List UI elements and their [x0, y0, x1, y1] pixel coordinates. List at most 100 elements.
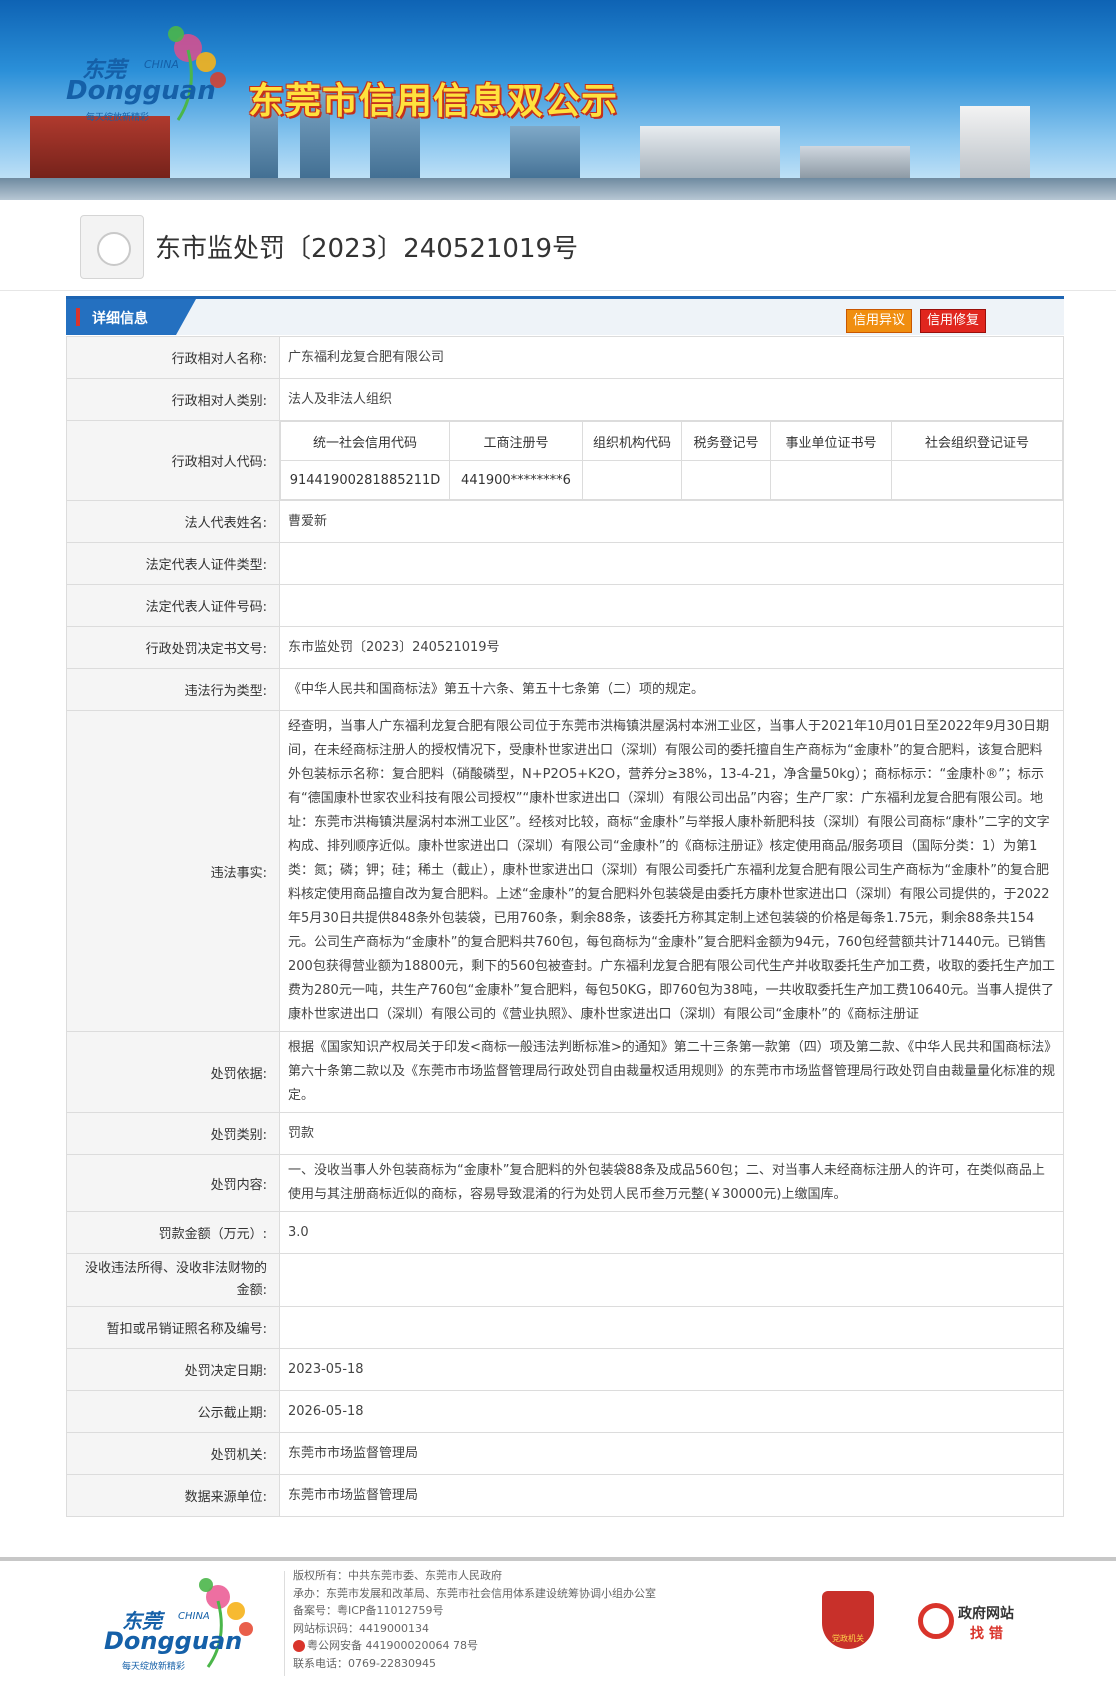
credit-objection-button[interactable]: 信用异议: [846, 309, 913, 333]
data-source-value: 东莞市市场监督管理局: [279, 1474, 1064, 1517]
logo-tagline: 每天绽放新精彩: [122, 1662, 186, 1672]
row-label: 法定代表人证件号码:: [66, 584, 280, 627]
building: [960, 106, 1030, 186]
row-label: 罚款金额（万元）:: [66, 1211, 280, 1254]
row-label: 法人代表姓名:: [66, 500, 280, 543]
gov-badge-label: 党政机关: [832, 1634, 864, 1643]
credit-repair-button[interactable]: 信用修复: [920, 309, 987, 333]
logo-tagline: 每天绽放新精彩: [86, 113, 150, 123]
police-record[interactable]: 粤公网安备 441900020064 78号: [293, 1637, 656, 1655]
fine-amount-value: 3.0: [279, 1211, 1064, 1254]
document-globe-icon: [80, 215, 144, 279]
code-header: 社会组织登记证号: [891, 421, 1063, 461]
code-value-row: 91441900281885211D 441900********6: [280, 460, 1063, 500]
code-header: 统一社会信用代码: [280, 421, 450, 461]
find-error-line2: 找 错: [970, 1626, 1003, 1642]
legal-id-no-value: [279, 584, 1064, 627]
section-title: 详细信息: [92, 311, 148, 327]
table-row: 行政相对人名称: 广东福利龙复合肥有限公司: [66, 336, 1064, 379]
table-row: 罚款金额（万元）: 3.0: [66, 1211, 1064, 1254]
footer-info: 版权所有：中共东莞市委、东莞市人民政府 承办：东莞市发展和改革局、东莞市社会信用…: [293, 1567, 656, 1672]
section-marker: [76, 308, 80, 326]
table-row: 处罚依据: 根据《国家知识产权局关于印发<商标一般违法判断标准>的通知》第二十三…: [66, 1031, 1064, 1113]
find-error-line1: 政府网站: [958, 1606, 1014, 1622]
section-tab: 详细信息: [66, 299, 196, 335]
building: [510, 126, 580, 186]
legal-id-type-value: [279, 542, 1064, 585]
publicity-end-value: 2026-05-18: [279, 1390, 1064, 1433]
row-label: 行政相对人代码:: [66, 420, 280, 501]
row-label: 行政相对人名称:: [66, 336, 280, 379]
table-row: 处罚决定日期: 2023-05-18: [66, 1348, 1064, 1391]
host-text: 承办：东莞市发展和改革局、东莞市社会信用体系建设统筹协调小组办公室: [293, 1586, 656, 1600]
police-badge-icon: [293, 1640, 305, 1652]
row-label: 违法事实:: [66, 710, 280, 1032]
party-code-subtable: 统一社会信用代码 工商注册号 组织机构代码 税务登记号 事业单位证书号 社会组织…: [280, 421, 1063, 500]
dongguan-logo[interactable]: 东莞 CHINA Dongguan 每天绽放新精彩: [58, 20, 228, 130]
decision-no-value: 东市监处罚〔2023〕240521019号: [279, 626, 1064, 669]
party-type-value: 法人及非法人组织: [279, 378, 1064, 421]
row-label: 处罚内容:: [66, 1154, 280, 1212]
divider: [0, 290, 1116, 291]
penalty-basis-value: 根据《国家知识产权局关于印发<商标一般违法判断标准>的通知》第二十三条第一款第（…: [279, 1031, 1064, 1113]
row-label: 处罚决定日期:: [66, 1348, 280, 1391]
logo-text-china: CHINA: [144, 58, 179, 71]
legal-rep-value: 曹爱新: [279, 500, 1064, 543]
code-value: 441900********6: [449, 460, 583, 500]
table-row: 法人代表姓名: 曹爱新: [66, 500, 1064, 543]
table-row: 行政处罚决定书文号: 东市监处罚〔2023〕240521019号: [66, 626, 1064, 669]
row-label: 暂扣或吊销证照名称及编号:: [66, 1306, 280, 1349]
copyright-text: 版权所有：中共东莞市委、东莞市人民政府: [293, 1569, 502, 1582]
penalty-content-value: 一、没收当事人外包装商标为“金康朴”复合肥料的外包装袋88条及成品560包；二、…: [279, 1154, 1064, 1212]
table-row: 暂扣或吊销证照名称及编号:: [66, 1306, 1064, 1349]
row-label: 数据来源单位:: [66, 1474, 280, 1517]
row-label: 法定代表人证件类型:: [66, 542, 280, 585]
code-header: 组织机构代码: [582, 421, 682, 461]
header-banner: 东莞 CHINA Dongguan 每天绽放新精彩 东莞市信用信息双公示: [0, 0, 1116, 200]
site-id-text: 网站标识码：4419000134: [293, 1621, 429, 1635]
magnifier-icon: [918, 1603, 954, 1639]
table-row: 处罚内容: 一、没收当事人外包装商标为“金康朴”复合肥料的外包装袋88条及成品5…: [66, 1154, 1064, 1212]
table-row: 行政相对人类别: 法人及非法人组织: [66, 378, 1064, 421]
code-header-row: 统一社会信用代码 工商注册号 组织机构代码 税务登记号 事业单位证书号 社会组织…: [280, 421, 1063, 461]
phone-text: 联系电话：0769-22830945: [293, 1656, 436, 1670]
building: [640, 126, 780, 186]
footer: 东莞 CHINA Dongguan 每天绽放新精彩 版权所有：中共东莞市委、东莞…: [0, 1561, 1116, 1682]
table-row: 法定代表人证件类型:: [66, 542, 1064, 585]
code-value: [770, 460, 892, 500]
table-row: 数据来源单位: 东莞市市场监督管理局: [66, 1474, 1064, 1517]
site-title: 东莞市信用信息双公示: [248, 81, 619, 122]
license-revoked-value: [279, 1306, 1064, 1349]
row-label: 行政处罚决定书文号:: [66, 626, 280, 669]
party-code-cell: 统一社会信用代码 工商注册号 组织机构代码 税务登记号 事业单位证书号 社会组织…: [279, 420, 1064, 501]
row-label: 处罚机关:: [66, 1432, 280, 1475]
row-label: 公示截止期:: [66, 1390, 280, 1433]
code-header: 工商注册号: [449, 421, 583, 461]
footer-logo[interactable]: 东莞 CHINA Dongguan 每天绽放新精彩: [100, 1575, 270, 1675]
table-row: 法定代表人证件号码:: [66, 584, 1064, 627]
section-header: 详细信息 信用异议 信用修复: [66, 296, 1064, 335]
logo-text-en: Dongguan: [66, 76, 216, 106]
code-value: [891, 460, 1063, 500]
code-value: 91441900281885211D: [280, 460, 450, 500]
violation-type-value: 《中华人民共和国商标法》第五十六条、第五十七条第（二）项的规定。: [279, 668, 1064, 711]
authority-value: 东莞市市场监督管理局: [279, 1432, 1064, 1475]
table-row: 处罚机关: 东莞市市场监督管理局: [66, 1432, 1064, 1475]
ground: [0, 178, 1116, 200]
police-record-text: 粤公网安备 441900020064 78号: [307, 1639, 478, 1652]
row-label: 违法行为类型:: [66, 668, 280, 711]
icp-link[interactable]: 备案号：粤ICP备11012759号: [293, 1602, 656, 1620]
table-row: 行政相对人代码: 统一社会信用代码 工商注册号 组织机构代码 税务登记号 事业单…: [66, 420, 1064, 501]
code-header: 事业单位证书号: [770, 421, 892, 461]
violation-fact-value: 经查明，当事人广东福利龙复合肥有限公司位于东莞市洪梅镇洪屋涡村本洲工业区，当事人…: [279, 710, 1064, 1032]
code-value: [582, 460, 682, 500]
gov-website-find-error[interactable]: 政府网站 找 错: [918, 1599, 1038, 1645]
party-name-value: 广东福利龙复合肥有限公司: [279, 336, 1064, 379]
table-row: 处罚类别: 罚款: [66, 1112, 1064, 1155]
table-row: 公示截止期: 2026-05-18: [66, 1390, 1064, 1433]
page-title: 东市监处罚〔2023〕240521019号: [155, 234, 579, 264]
decision-date-value: 2023-05-18: [279, 1348, 1064, 1391]
logo-text-en: Dongguan: [104, 1627, 243, 1655]
gov-agency-badge[interactable]: 党政机关: [822, 1591, 874, 1649]
code-header: 税务登记号: [681, 421, 771, 461]
